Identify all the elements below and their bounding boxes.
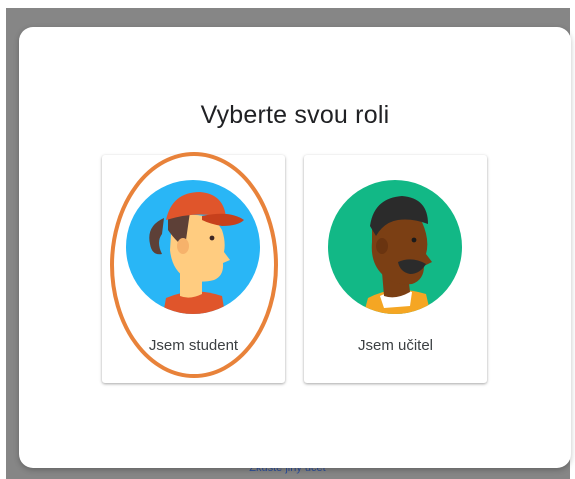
- teacher-role-card[interactable]: Jsem učitel: [304, 155, 487, 383]
- teacher-avatar-icon: [328, 180, 462, 314]
- dialog-title: Vyberte svou roli: [200, 101, 390, 129]
- student-role-card[interactable]: Jsem student: [102, 155, 285, 383]
- role-selection-dialog: Vyberte svou roli Jsem student Jsem učit…: [19, 27, 571, 468]
- student-avatar-icon: [126, 180, 260, 314]
- teacher-role-label: Jsem učitel: [357, 337, 434, 354]
- student-role-label: Jsem student: [148, 337, 239, 354]
